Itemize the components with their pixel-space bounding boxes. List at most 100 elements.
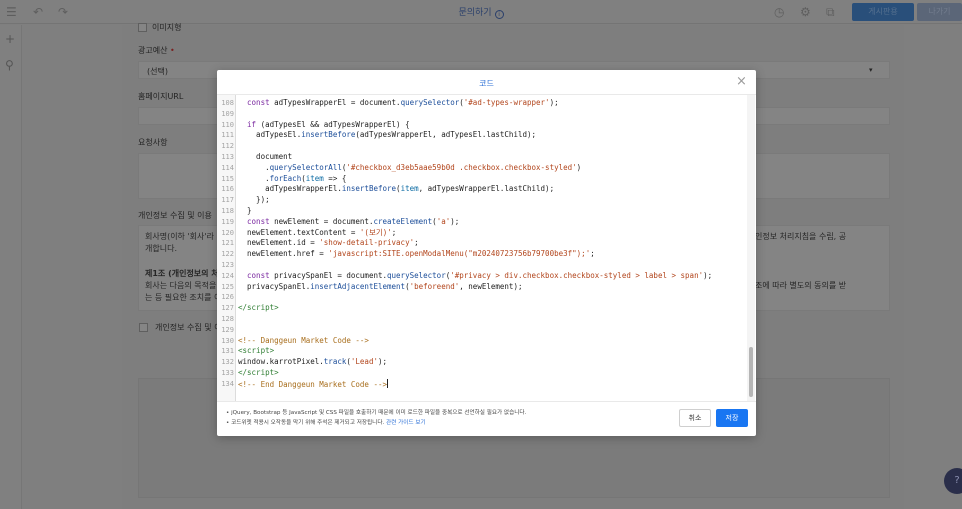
line-number: 124: [221, 271, 234, 280]
line-number: 110: [221, 120, 234, 129]
external-link-icon[interactable]: ⧉: [826, 4, 835, 20]
line-number: 109: [221, 109, 234, 118]
board-button[interactable]: 게시판용: [852, 3, 914, 21]
line-number: 116: [221, 185, 234, 194]
code-editor[interactable]: 108 const adTypesWrapperEl = document.qu…: [217, 95, 756, 401]
code-line-text: newElement.textContent = '(보기)';: [238, 227, 397, 237]
code-line[interactable]: 109: [217, 109, 747, 120]
top-checkbox[interactable]: [138, 23, 147, 32]
code-line-text: .querySelectorAll('#checkbox_d3eb5aae59b…: [238, 162, 582, 172]
code-line[interactable]: 108 const adTypesWrapperEl = document.qu…: [217, 98, 747, 109]
code-line[interactable]: 115 .forEach(item => {: [217, 174, 747, 185]
info-icon[interactable]: i: [494, 10, 504, 19]
privacy-agree-label: 개인정보 수집 및 이: [155, 323, 222, 332]
save-button[interactable]: 저장: [716, 409, 748, 427]
code-line[interactable]: 131 <script>: [217, 346, 747, 357]
request-label: 요청사항: [138, 138, 168, 147]
code-line[interactable]: 111 adTypesEl.insertBefore(adTypesWrappe…: [217, 130, 747, 141]
page-title: 문의하기 i: [0, 5, 962, 19]
privacy-text-1c: 인정보 처리지침을 수립, 공: [755, 232, 847, 241]
code-line-text: <!-- Danggeun Market Code -->: [238, 335, 369, 345]
homepage-label: 홈페이지URL: [138, 92, 184, 101]
guide-link[interactable]: 관련 가이드 보기: [386, 420, 426, 426]
code-line-text: </script>: [238, 303, 279, 313]
line-number: 133: [221, 368, 234, 377]
code-line-text: window.karrotPixel.track('Lead');: [238, 357, 388, 367]
wrench-icon[interactable]: ⚲: [5, 58, 14, 72]
line-number: 126: [221, 293, 234, 302]
line-number: 120: [221, 228, 234, 237]
code-line[interactable]: 119 const newElement = document.createEl…: [217, 217, 747, 228]
line-number: 117: [221, 196, 234, 205]
code-line[interactable]: 117 });: [217, 195, 747, 206]
code-line-text: privacySpanEl.insertAdjacentElement('bef…: [238, 281, 523, 291]
line-number: 128: [221, 314, 234, 323]
line-number: 119: [221, 217, 234, 226]
code-line-text: const adTypesWrapperEl = document.queryS…: [247, 98, 559, 107]
code-line-text: document: [238, 151, 293, 161]
line-number: 108: [221, 99, 234, 107]
privacy-agree-checkbox[interactable]: [139, 323, 148, 332]
gear-icon[interactable]: ⚙: [800, 4, 811, 20]
footer-divider: [217, 401, 756, 402]
top-toolbar: ☰ ↶ ↷ 문의하기 i ◷ ⚙ ⧉ 게시판용 나가기: [0, 0, 962, 24]
code-line[interactable]: 121 newElement.id = 'show-detail-privacy…: [217, 238, 747, 249]
line-number: 125: [221, 282, 234, 291]
cancel-button[interactable]: 취소: [679, 409, 711, 427]
code-line[interactable]: 124 const privacySpanEl = document.query…: [217, 271, 747, 282]
page-title-text: 문의하기: [458, 8, 492, 18]
code-line-text: adTypesWrapperEl.insertBefore(item, adTy…: [238, 184, 555, 194]
privacy-text-1b: 개합니다.: [145, 244, 177, 253]
code-modal: 코드 × 108 const adTypesWrapperEl = docume…: [217, 70, 756, 436]
line-number: 131: [221, 347, 234, 356]
line-number: 132: [221, 358, 234, 367]
add-icon[interactable]: +: [5, 32, 15, 46]
code-line[interactable]: 130 <!-- Danggeun Market Code -->: [217, 336, 747, 347]
code-line[interactable]: 118 }: [217, 206, 747, 217]
privacy-text-2a: 회사는 다음의 목적을: [145, 281, 217, 290]
code-line[interactable]: 120 newElement.textContent = '(보기)';: [217, 228, 747, 239]
code-line[interactable]: 116 adTypesWrapperEl.insertBefore(item, …: [217, 184, 747, 195]
line-number: 130: [221, 336, 234, 345]
line-number: 112: [221, 142, 234, 151]
code-line-text: const newElement = document.createElemen…: [247, 216, 460, 226]
code-line[interactable]: 127 </script>: [217, 303, 747, 314]
code-content[interactable]: 108 const adTypesWrapperEl = document.qu…: [217, 98, 747, 390]
line-number: 122: [221, 250, 234, 259]
line-number: 121: [221, 239, 234, 248]
code-line[interactable]: 113 document: [217, 152, 747, 163]
top-checkbox-label: 이미지형: [152, 23, 182, 32]
code-line-text: const privacySpanEl = document.querySele…: [247, 270, 713, 280]
chevron-down-icon: ▾: [869, 66, 873, 74]
line-number: 111: [221, 131, 234, 140]
code-line[interactable]: 133 </script>: [217, 368, 747, 379]
code-line[interactable]: 126: [217, 292, 747, 303]
code-line[interactable]: 128: [217, 314, 747, 325]
code-line[interactable]: 125 privacySpanEl.insertAdjacentElement(…: [217, 282, 747, 293]
budget-select-value: (선택): [147, 67, 168, 76]
code-line[interactable]: 112: [217, 141, 747, 152]
code-line[interactable]: 123: [217, 260, 747, 271]
code-line-text: newElement.href = 'javascript:SITE.openM…: [238, 249, 595, 259]
line-number: 129: [221, 325, 234, 334]
privacy-text-1a: 회사명(이하 '회사'라: [145, 232, 214, 241]
history-icon[interactable]: ◷: [774, 4, 784, 20]
exit-button[interactable]: 나가기: [917, 3, 962, 21]
code-line-text: });: [238, 195, 270, 205]
line-number: 115: [221, 174, 234, 183]
code-line[interactable]: 132 window.karrotPixel.track('Lead');: [217, 357, 747, 368]
close-icon[interactable]: ×: [736, 75, 747, 89]
code-line[interactable]: 114 .querySelectorAll('#checkbox_d3eb5aa…: [217, 163, 747, 174]
code-line-text: newElement.id = 'show-detail-privacy';: [238, 238, 419, 248]
code-line[interactable]: 129: [217, 325, 747, 336]
privacy-text-2b: 는 등 필요한 조치를 이: [145, 293, 222, 302]
code-line-text: if (adTypesEl && adTypesWrapperEl) {: [247, 119, 410, 129]
privacy-label: 개인정보 수집 및 이용: [138, 211, 212, 220]
editor-scrollbar-thumb[interactable]: [749, 347, 753, 397]
footer-note-1: • jQuery, Bootstrap 등 JavaScript 및 CSS 파…: [226, 410, 527, 416]
code-line-text: <script>: [238, 346, 275, 356]
left-rail: + ⚲: [0, 25, 22, 509]
code-line[interactable]: 134 <!-- End Danggeun Market Code -->: [217, 378, 747, 390]
code-line[interactable]: 110 if (adTypesEl && adTypesWrapperEl) {: [217, 120, 747, 131]
code-line[interactable]: 122 newElement.href = 'javascript:SITE.o…: [217, 249, 747, 260]
